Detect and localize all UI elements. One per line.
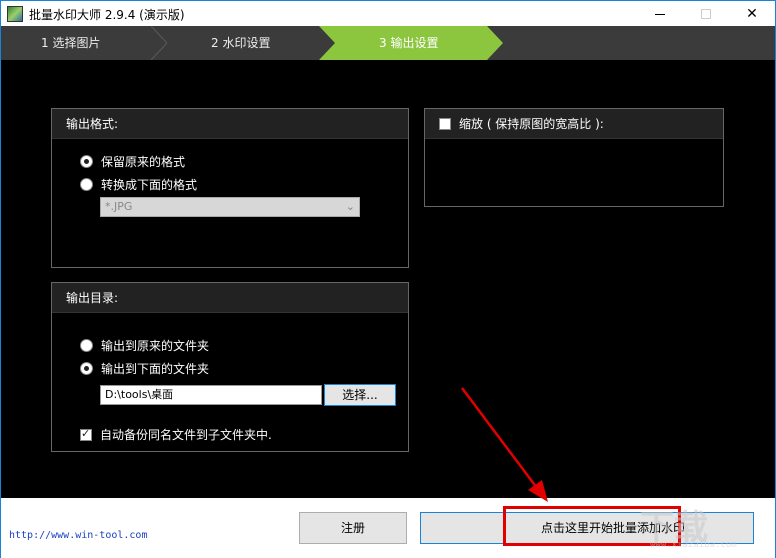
step-bar: 1 选择图片 2 水印设置 3 输出设置: [1, 26, 775, 60]
watermark-subtext: www.xiazaiba.com: [650, 540, 737, 550]
output-format-panel: 输出格式: 保留原来的格式 转换成下面的格式 *.JPG ⌄: [51, 108, 409, 268]
choose-folder-button[interactable]: 选择...: [324, 384, 396, 406]
minimize-icon: [655, 13, 665, 15]
close-button[interactable]: ✕: [729, 1, 775, 27]
output-format-title: 输出格式:: [52, 109, 408, 139]
minimize-button[interactable]: [637, 1, 683, 27]
close-icon: ✕: [746, 6, 758, 22]
output-directory-panel: 输出目录: 输出到原来的文件夹 输出到下面的文件夹 D:\tools\桌面 选择…: [51, 282, 409, 452]
scale-option[interactable]: 缩放 ( 保持原图的宽高比 ):: [425, 109, 723, 139]
format-select[interactable]: *.JPG ⌄: [100, 197, 360, 217]
checkbox-unchecked-icon[interactable]: [439, 117, 451, 130]
radio-convert-format[interactable]: 转换成下面的格式: [80, 176, 197, 193]
backup-label: 自动备份同名文件到子文件夹中.: [100, 428, 272, 442]
step-output-settings[interactable]: 3 输出设置: [379, 26, 438, 60]
radio-unselected-icon[interactable]: [80, 178, 93, 191]
chevron-down-icon: ⌄: [345, 200, 355, 213]
output-path-input[interactable]: D:\tools\桌面: [100, 385, 322, 405]
site-watermark: 下载 www.xiazaiba.com: [640, 500, 770, 552]
backup-option[interactable]: 自动备份同名文件到子文件夹中.: [80, 426, 272, 443]
radio-keep-format[interactable]: 保留原来的格式: [80, 153, 185, 170]
website-link[interactable]: http://www.win-tool.com: [9, 530, 147, 541]
output-directory-title: 输出目录:: [52, 283, 408, 313]
radio-label: 转换成下面的格式: [101, 178, 198, 192]
maximize-button[interactable]: [683, 1, 729, 27]
maximize-icon: [701, 9, 711, 19]
radio-selected-icon[interactable]: [80, 362, 93, 375]
scale-panel: 缩放 ( 保持原图的宽高比 ):: [424, 108, 724, 207]
radio-original-folder[interactable]: 输出到原来的文件夹: [80, 337, 209, 354]
register-button[interactable]: 注册: [299, 512, 407, 544]
step-select-images[interactable]: 1 选择图片: [41, 26, 100, 60]
checkbox-checked-icon[interactable]: [80, 427, 92, 441]
window-title: 批量水印大师 2.9.4 (演示版): [29, 8, 185, 22]
app-icon: [7, 6, 23, 22]
radio-unselected-icon[interactable]: [80, 339, 93, 352]
radio-custom-folder[interactable]: 输出到下面的文件夹: [80, 360, 209, 377]
main-area: 1 选择图片 2 水印设置 3 输出设置 输出格式: 保留原来的格式 转换成下面…: [0, 26, 776, 558]
step-watermark-settings[interactable]: 2 水印设置: [211, 26, 270, 60]
format-select-value: *.JPG: [105, 200, 133, 213]
step-separator-icon: [151, 26, 167, 60]
scale-label: 缩放 ( 保持原图的宽高比 ):: [459, 116, 604, 131]
title-bar: 批量水印大师 2.9.4 (演示版) ✕: [0, 0, 776, 26]
radio-selected-icon[interactable]: [80, 155, 93, 168]
radio-label: 输出到下面的文件夹: [101, 362, 210, 376]
radio-label: 保留原来的格式: [101, 155, 186, 169]
radio-label: 输出到原来的文件夹: [101, 339, 210, 353]
